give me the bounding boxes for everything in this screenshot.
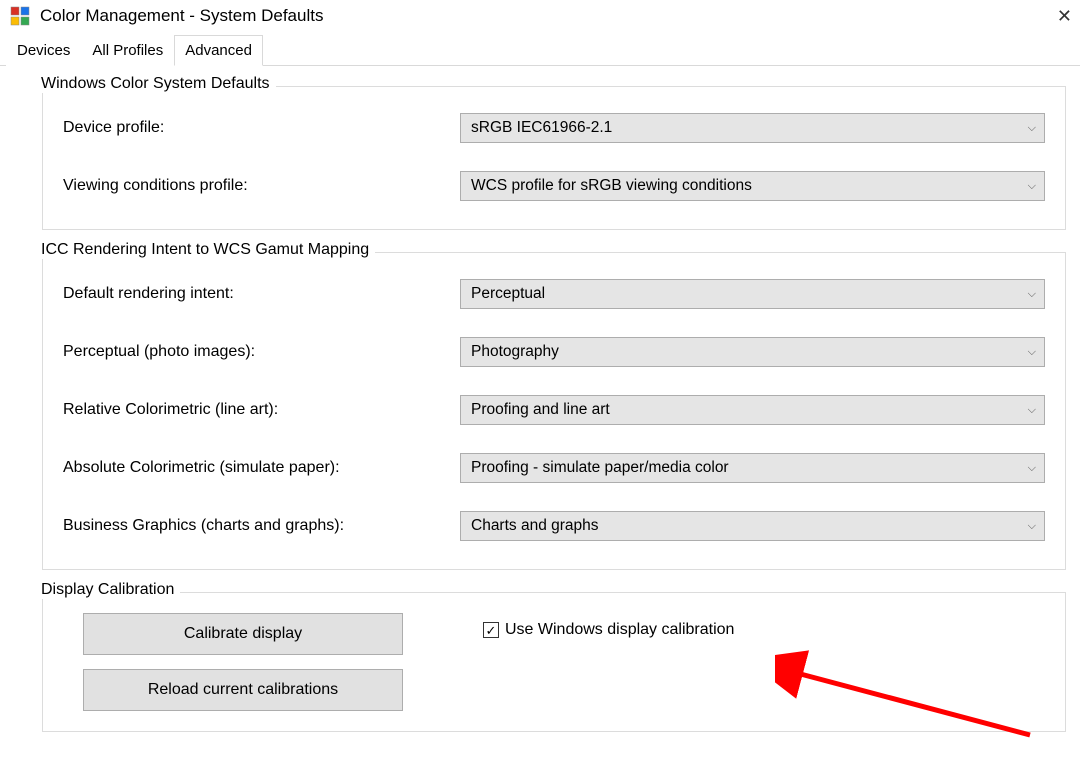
window-title: Color Management - System Defaults [40, 6, 323, 26]
select-value: Charts and graphs [471, 517, 599, 535]
business-graphics-select[interactable]: Charts and graphs ⌵ [460, 511, 1045, 541]
chevron-down-icon: ⌵ [1028, 346, 1036, 359]
chevron-down-icon: ⌵ [1028, 404, 1036, 417]
select-value: sRGB IEC61966-2.1 [471, 119, 612, 137]
select-value: Proofing and line art [471, 401, 610, 419]
select-value: WCS profile for sRGB viewing conditions [471, 177, 752, 195]
tab-content: Windows Color System Defaults Device pro… [0, 66, 1080, 764]
group-legend: Windows Color System Defaults [39, 75, 276, 93]
title-bar: Color Management - System Defaults ✕ [0, 0, 1080, 34]
business-graphics-label: Business Graphics (charts and graphs): [63, 517, 448, 535]
chevron-down-icon: ⌵ [1028, 462, 1036, 475]
color-management-icon [10, 6, 30, 26]
chevron-down-icon: ⌵ [1028, 288, 1036, 301]
group-icc-rendering-intent: ICC Rendering Intent to WCS Gamut Mappin… [42, 252, 1066, 570]
relative-colorimetric-select[interactable]: Proofing and line art ⌵ [460, 395, 1045, 425]
chevron-down-icon: ⌵ [1028, 520, 1036, 533]
reload-calibrations-button[interactable]: Reload current calibrations [83, 669, 403, 711]
tab-advanced[interactable]: Advanced [174, 35, 263, 66]
tab-strip: Devices All Profiles Advanced [0, 34, 1080, 66]
calibrate-display-button[interactable]: Calibrate display [83, 613, 403, 655]
group-display-calibration: Display Calibration Calibrate display Re… [42, 592, 1066, 732]
use-windows-calibration-checkbox[interactable]: ✓ Use Windows display calibration [483, 621, 734, 639]
close-icon[interactable]: ✕ [1057, 6, 1072, 27]
viewing-conditions-select[interactable]: WCS profile for sRGB viewing conditions … [460, 171, 1045, 201]
device-profile-select[interactable]: sRGB IEC61966-2.1 ⌵ [460, 113, 1045, 143]
group-windows-color-system-defaults: Windows Color System Defaults Device pro… [42, 86, 1066, 230]
absolute-colorimetric-label: Absolute Colorimetric (simulate paper): [63, 459, 448, 477]
select-value: Photography [471, 343, 559, 361]
chevron-down-icon: ⌵ [1028, 180, 1036, 193]
chevron-down-icon: ⌵ [1028, 122, 1036, 135]
viewing-conditions-label: Viewing conditions profile: [63, 177, 448, 195]
tab-devices[interactable]: Devices [6, 35, 81, 66]
device-profile-label: Device profile: [63, 119, 448, 137]
checkbox-label: Use Windows display calibration [505, 621, 734, 639]
relative-colorimetric-label: Relative Colorimetric (line art): [63, 401, 448, 419]
tab-all-profiles[interactable]: All Profiles [81, 35, 174, 66]
group-legend: ICC Rendering Intent to WCS Gamut Mappin… [39, 241, 375, 259]
absolute-colorimetric-select[interactable]: Proofing - simulate paper/media color ⌵ [460, 453, 1045, 483]
perceptual-label: Perceptual (photo images): [63, 343, 448, 361]
perceptual-select[interactable]: Photography ⌵ [460, 337, 1045, 367]
checkbox-icon: ✓ [483, 622, 499, 638]
default-rendering-intent-select[interactable]: Perceptual ⌵ [460, 279, 1045, 309]
select-value: Proofing - simulate paper/media color [471, 459, 729, 477]
default-rendering-intent-label: Default rendering intent: [63, 285, 448, 303]
select-value: Perceptual [471, 285, 545, 303]
group-legend: Display Calibration [39, 581, 180, 599]
